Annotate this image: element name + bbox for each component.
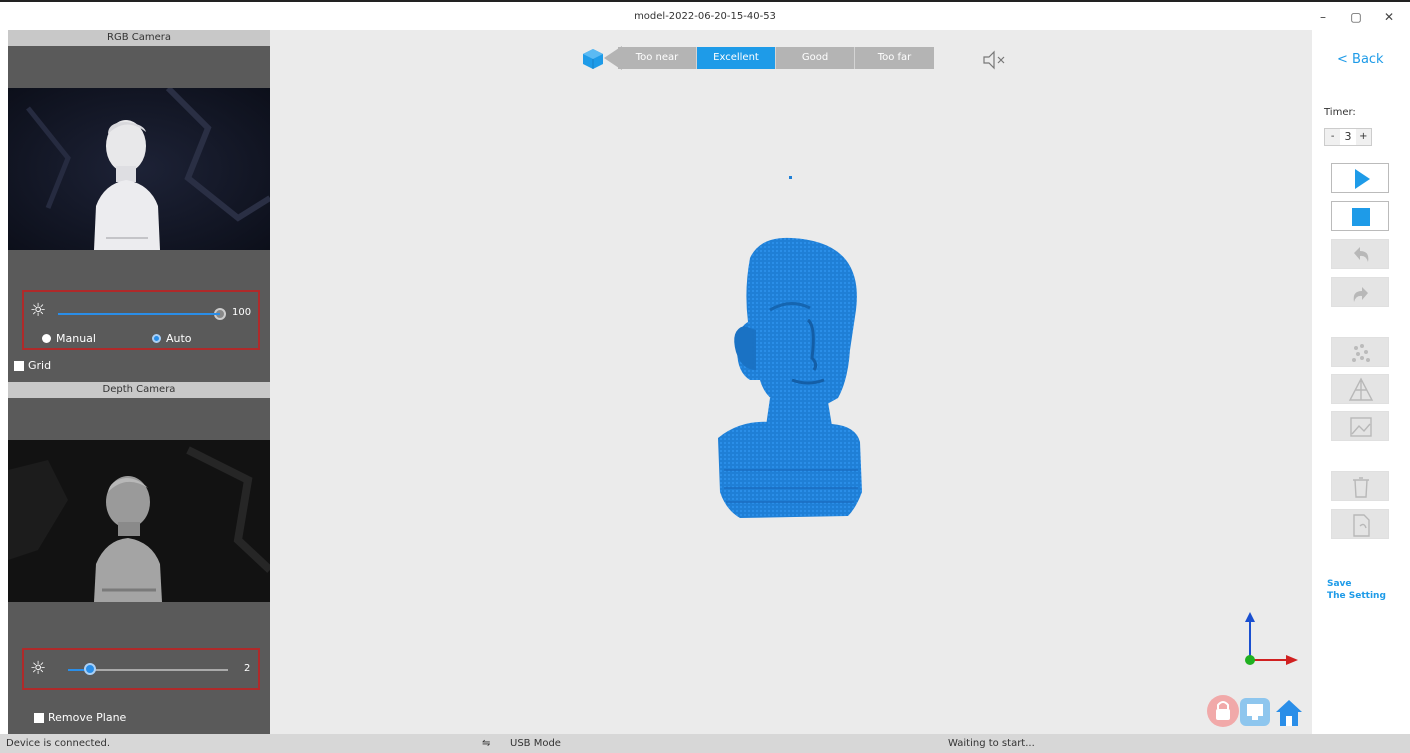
grid-checkbox-label: Grid (28, 359, 52, 372)
remove-plane-checkbox-box (34, 712, 44, 723)
left-panel: RGB Camera ☼ 100 Manual Auto Grid Depth … (8, 30, 270, 734)
mesh-icon (1348, 377, 1374, 401)
redo-icon (1353, 287, 1368, 302)
export-icon (1353, 514, 1370, 537)
rgb-camera-view (8, 88, 270, 250)
mesh-button[interactable] (1331, 374, 1389, 404)
remove-plane-checkbox-label: Remove Plane (48, 711, 127, 724)
right-toolbar: < Back Timer: - 3 + Save The Setting (1312, 30, 1410, 734)
status-mode: USB Mode (510, 738, 561, 749)
play-button[interactable] (1331, 163, 1389, 193)
auto-radio-label: Auto (166, 332, 192, 345)
timer-value[interactable]: 3 (1340, 129, 1356, 145)
stop-button[interactable] (1331, 201, 1389, 231)
texture-button[interactable] (1331, 411, 1389, 441)
screen-icon[interactable] (1238, 696, 1272, 728)
point-cloud-button[interactable] (1331, 337, 1389, 367)
depth-exposure-control: ☼ 2 (22, 648, 260, 690)
exposure-icon: ☼ (30, 658, 47, 679)
export-button[interactable] (1331, 509, 1389, 539)
rgb-brightness-control: ☼ 100 Manual Auto (22, 290, 260, 350)
point-cloud-icon (1352, 344, 1370, 362)
minimize-button[interactable]: – (1313, 9, 1333, 25)
scan-point (789, 176, 792, 179)
manual-radio-label: Manual (56, 332, 96, 345)
timer-increment-button[interactable]: + (1356, 129, 1371, 145)
timer-decrement-button[interactable]: - (1325, 129, 1340, 145)
stop-icon (1352, 208, 1370, 226)
timer-label: Timer: (1324, 107, 1356, 118)
save-setting-line2: The Setting (1327, 591, 1386, 601)
rgb-brightness-track-filled (58, 313, 220, 315)
texture-icon (1350, 417, 1372, 437)
manual-radio[interactable]: Manual (42, 332, 96, 345)
depth-bust-image (8, 440, 270, 602)
auto-radio-dot (152, 334, 161, 343)
status-bar: Device is connected. ⇋ USB Mode Waiting … (0, 734, 1410, 753)
lock-icon[interactable] (1206, 694, 1240, 728)
status-connection: Device is connected. (6, 738, 111, 749)
maximize-button[interactable]: ▢ (1346, 9, 1366, 25)
brightness-icon: ☼ (30, 300, 47, 321)
status-progress: Waiting to start... (948, 738, 1035, 749)
distance-too-near: Too near (618, 47, 697, 69)
mute-icon[interactable] (982, 50, 1006, 70)
depth-camera-title: Depth Camera (8, 382, 270, 398)
redo-button[interactable] (1331, 277, 1389, 307)
depth-exposure-value: 2 (244, 663, 251, 674)
distance-indicator: Too near Excellent Good Too far (618, 47, 934, 69)
usb-icon: ⇋ (482, 738, 491, 749)
3d-viewport[interactable]: Too near Excellent Good Too far (270, 30, 1312, 734)
remove-plane-checkbox[interactable]: Remove Plane (34, 711, 126, 724)
depth-camera-view (8, 440, 270, 602)
back-link[interactable]: < Back (1337, 52, 1384, 67)
manual-radio-dot (42, 334, 51, 343)
scanned-bust-model (718, 237, 862, 518)
play-icon (1355, 169, 1370, 189)
undo-icon (1354, 247, 1369, 262)
distance-too-far: Too far (855, 47, 934, 69)
distance-good: Good (776, 47, 855, 69)
rgb-brightness-value: 100 (232, 307, 252, 318)
delete-button[interactable] (1331, 471, 1389, 501)
window-title: model-2022-06-20-15-40-53 (634, 11, 776, 22)
rgb-camera-title: RGB Camera (8, 30, 270, 46)
grid-checkbox-box (14, 360, 24, 371)
save-setting-link[interactable]: Save The Setting (1327, 578, 1386, 602)
title-bar: model-2022-06-20-15-40-53 – ▢ ✕ (0, 0, 1410, 30)
cube-icon[interactable] (582, 48, 604, 70)
grid-checkbox[interactable]: Grid (14, 359, 51, 372)
close-button[interactable]: ✕ (1379, 9, 1399, 25)
trash-icon (1353, 477, 1369, 498)
home-icon[interactable] (1274, 698, 1304, 728)
rgb-bust-image (8, 88, 270, 250)
undo-button[interactable] (1331, 239, 1389, 269)
save-setting-line1: Save (1327, 579, 1352, 589)
timer-stepper: - 3 + (1324, 128, 1372, 146)
distance-excellent: Excellent (697, 47, 776, 69)
depth-exposure-slider-handle[interactable] (84, 663, 97, 675)
auto-radio[interactable]: Auto (152, 332, 192, 345)
axis-gizmo (1245, 612, 1298, 665)
